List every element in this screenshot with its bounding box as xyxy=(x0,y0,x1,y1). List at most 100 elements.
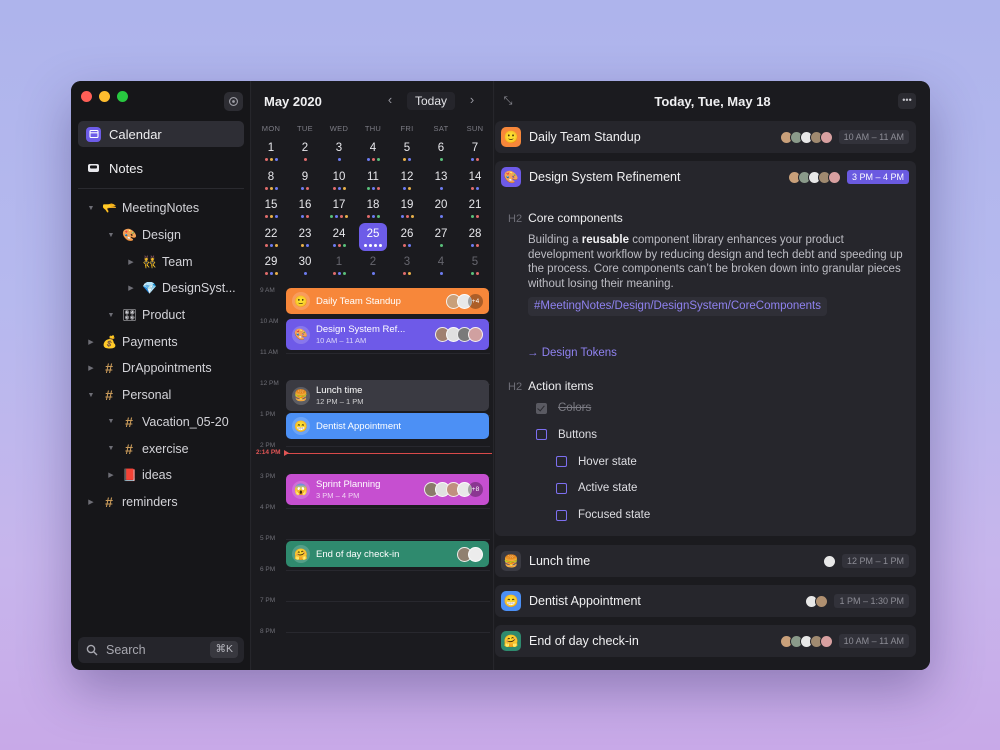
day-cell[interactable]: 29 xyxy=(254,251,288,279)
day-cell[interactable]: 30 xyxy=(288,251,322,279)
day-cell[interactable]: 15 xyxy=(254,194,288,222)
day-cell[interactable]: 3 xyxy=(390,251,424,279)
day-cell[interactable]: 28 xyxy=(458,223,492,251)
day-cell[interactable]: 1 xyxy=(322,251,356,279)
day-cell[interactable]: 10 xyxy=(322,166,356,194)
minimize-window-button[interactable] xyxy=(99,91,110,102)
expand-caret-icon[interactable]: ▼ xyxy=(86,392,96,399)
tree-item-product[interactable]: ▼ 🎛 Product xyxy=(71,302,251,329)
tree-item-meetingnotes[interactable]: ▼ 🫳 MeetingNotes xyxy=(71,195,251,222)
checklist-item[interactable]: Focused state xyxy=(556,509,650,521)
today-button[interactable]: Today xyxy=(407,92,455,110)
expand-caret-icon[interactable]: ▼ xyxy=(106,418,116,425)
tree-item-team[interactable]: ▶ 👯 Team xyxy=(71,248,251,275)
day-number: 26 xyxy=(400,227,414,240)
collapse-caret-icon[interactable]: ▶ xyxy=(86,498,96,506)
timeline-event[interactable]: 😱 Sprint Planning 3 PM – 4 PM +8 xyxy=(286,474,489,505)
heading-text: Core components xyxy=(528,211,623,225)
timeline-event[interactable]: 🎨 Design System Ref... 10 AM – 11 AM xyxy=(286,319,489,350)
expand-caret-icon[interactable]: ▼ xyxy=(106,232,116,239)
tree-item-drappointments[interactable]: ▶ # DrAppointments xyxy=(71,355,251,382)
day-cell[interactable]: 1 xyxy=(254,137,288,165)
collapse-caret-icon[interactable]: ▶ xyxy=(126,284,136,292)
agenda-card[interactable]: 🎨 Design System Refinement 3 PM – 4 PM H2 Co… xyxy=(495,161,916,536)
checkbox[interactable] xyxy=(536,429,547,441)
close-window-button[interactable] xyxy=(81,91,92,102)
day-cell[interactable]: 18 xyxy=(356,194,390,222)
expand-caret-icon[interactable]: ▼ xyxy=(106,445,116,452)
timeline-event[interactable]: 🙂 Daily Team Standup +4 xyxy=(286,288,489,314)
day-cell[interactable]: 12 xyxy=(390,166,424,194)
day-cell[interactable]: 26 xyxy=(390,223,424,251)
checklist-item[interactable]: Colors xyxy=(536,402,591,414)
day-cell[interactable]: 5 xyxy=(458,251,492,279)
tag-link[interactable]: #MeetingNotes/Design/DesignSystem/CoreCo… xyxy=(528,297,828,316)
timeline-event[interactable]: 🍔 Lunch time 12 PM – 1 PM xyxy=(286,380,489,411)
event-dot xyxy=(306,186,309,190)
day-cell[interactable]: 4 xyxy=(356,137,390,165)
sidebar-item-notes[interactable]: Notes xyxy=(78,155,244,181)
day-cell[interactable]: 8 xyxy=(254,166,288,194)
collapse-caret-icon[interactable]: ▶ xyxy=(106,471,116,479)
design-tokens-link[interactable]: → Design Tokens xyxy=(527,347,617,359)
checklist-item[interactable]: Buttons xyxy=(536,429,597,441)
tree-item-exercise[interactable]: ▼ # exercise xyxy=(71,435,251,462)
day-cell[interactable]: 9 xyxy=(288,166,322,194)
day-cell[interactable]: 5 xyxy=(390,137,424,165)
next-month-button[interactable]: › xyxy=(462,92,482,110)
day-cell[interactable]: 13 xyxy=(424,166,458,194)
day-cell[interactable]: 4 xyxy=(424,251,458,279)
agenda-card[interactable]: 😁 Dentist Appointment 1 PM – 1:30 PM xyxy=(495,585,916,617)
day-cell[interactable]: 22 xyxy=(254,223,288,251)
collapse-caret-icon[interactable]: ▶ xyxy=(126,258,136,266)
settings-button[interactable] xyxy=(224,92,243,111)
zoom-window-button[interactable] xyxy=(117,91,128,102)
agenda-card[interactable]: 🍔 Lunch time 12 PM – 1 PM xyxy=(495,545,916,577)
day-cell[interactable]: 7 xyxy=(458,137,492,165)
day-cell[interactable]: 6 xyxy=(424,137,458,165)
expand-caret-icon[interactable]: ▼ xyxy=(106,312,116,319)
agenda-card[interactable]: 🙂 Daily Team Standup 10 AM – 11 AM xyxy=(495,121,916,153)
day-cell[interactable]: 11 xyxy=(356,166,390,194)
day-cell[interactable]: 20 xyxy=(424,194,458,222)
timeline-event[interactable]: 😁 Dentist Appointment xyxy=(286,413,489,439)
checklist-item[interactable]: Active state xyxy=(556,482,637,494)
collapse-caret-icon[interactable]: ▶ xyxy=(86,338,96,346)
prev-month-button[interactable]: ‹ xyxy=(380,92,400,110)
expand-caret-icon[interactable]: ▼ xyxy=(86,205,96,212)
checkbox[interactable] xyxy=(536,402,547,414)
checklist-item[interactable]: Hover state xyxy=(556,456,637,468)
agenda-card[interactable]: 🤗 End of day check-in 10 AM – 11 AM xyxy=(495,625,916,657)
day-cell[interactable]: 21 xyxy=(458,194,492,222)
day-cell[interactable]: 2 xyxy=(356,251,390,279)
day-cell[interactable]: 27 xyxy=(424,223,458,251)
tree-item-vacation-05-20[interactable]: ▼ # Vacation_05-20 xyxy=(71,409,251,436)
para-bold: reusable xyxy=(581,234,630,246)
timeline-event[interactable]: 🤗 End of day check-in xyxy=(286,541,489,567)
checkbox[interactable] xyxy=(556,456,567,468)
day-cell[interactable]: 17 xyxy=(322,194,356,222)
day-cell[interactable]: 14 xyxy=(458,166,492,194)
tree-item-reminders[interactable]: ▶ # reminders xyxy=(71,489,251,516)
checkbox[interactable] xyxy=(556,509,567,521)
tree-item-label: MeetingNotes xyxy=(122,201,200,216)
tree-item-designsyst-[interactable]: ▶ 💎 DesignSyst... xyxy=(71,275,251,302)
day-cell[interactable]: 23 xyxy=(288,223,322,251)
tree-item-payments[interactable]: ▶ 💰 Payments xyxy=(71,328,251,355)
tree-item-personal[interactable]: ▼ # Personal xyxy=(71,382,251,409)
day-cell[interactable]: 3 xyxy=(322,137,356,165)
search-input[interactable]: Search ⌘K xyxy=(78,637,244,663)
day-cell[interactable]: 24 xyxy=(322,223,356,251)
selected-day[interactable]: 25 xyxy=(359,222,387,251)
collapse-caret-icon[interactable]: ▶ xyxy=(86,364,96,372)
day-cell[interactable]: 16 xyxy=(288,194,322,222)
day-cell[interactable]: 2 xyxy=(288,137,322,165)
day-cell[interactable]: 19 xyxy=(390,194,424,222)
emoji-icon: 💰 xyxy=(102,334,117,349)
event-dots xyxy=(356,215,390,218)
checkbox[interactable] xyxy=(556,482,567,494)
tree-item-design[interactable]: ▼ 🎨 Design xyxy=(71,222,251,249)
more-options-button[interactable]: ••• xyxy=(898,93,916,109)
sidebar-item-calendar[interactable]: Calendar xyxy=(78,121,244,147)
tree-item-ideas[interactable]: ▶ 📕 ideas xyxy=(71,462,251,489)
